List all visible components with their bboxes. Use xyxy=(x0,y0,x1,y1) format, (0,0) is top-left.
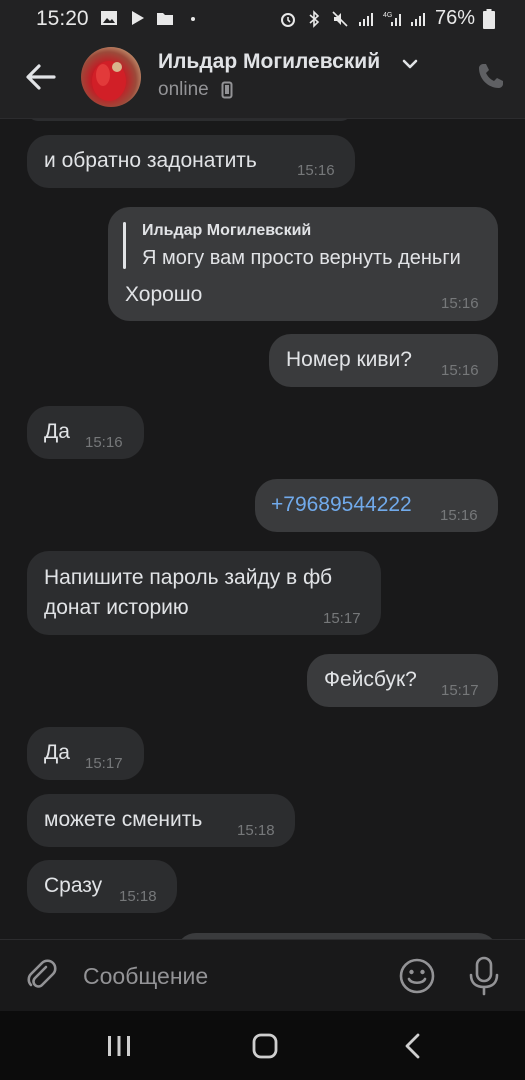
mute-icon xyxy=(332,10,348,27)
message-bubble[interactable]: Фейсбук? 15:17 xyxy=(307,654,498,707)
smiley-icon[interactable] xyxy=(398,957,436,995)
message-text: Да xyxy=(44,741,70,764)
message-text: и обратно задонатить xyxy=(44,149,257,172)
message-text-line-2: донат историю xyxy=(44,596,189,619)
message-text: Хорошо xyxy=(125,283,203,306)
message-bubble[interactable]: Да 15:16 xyxy=(27,406,144,459)
message-time: 15:18 xyxy=(237,822,275,839)
avatar-photo xyxy=(92,61,126,101)
message-time: 15:17 xyxy=(441,682,479,699)
gallery-icon xyxy=(101,11,117,25)
arrow-left-icon[interactable] xyxy=(22,58,60,96)
message-text: Номер киви? xyxy=(286,348,412,371)
phone-icon[interactable] xyxy=(476,61,506,91)
paperclip-icon[interactable] xyxy=(24,958,58,992)
message-bubble-cutoff xyxy=(27,119,352,121)
message-text-line-1: Напишите пароль зайду в фб xyxy=(44,566,333,589)
status-time: 15:20 xyxy=(36,7,89,30)
contact-status: online xyxy=(158,79,209,100)
message-bubble-reply[interactable]: Ильдар Могилевский Я могу вам просто вер… xyxy=(108,207,498,321)
message-text: Фейсбук? xyxy=(324,668,417,691)
message-bubble[interactable]: можете сменить 15:18 xyxy=(27,794,295,847)
alarm-icon xyxy=(280,12,295,27)
message-text: Да xyxy=(44,420,70,443)
message-list[interactable]: и обратно задонатить 15:16 Ильдар Могиле… xyxy=(0,119,525,939)
contact-name[interactable]: Ильдар Могилевский xyxy=(158,50,380,74)
svg-text:4G: 4G xyxy=(383,12,392,19)
dot-icon xyxy=(191,17,195,21)
notification-icons xyxy=(100,9,202,27)
message-time: 15:16 xyxy=(297,162,335,179)
avatar[interactable] xyxy=(81,47,141,107)
message-bubble[interactable]: Номер киви? 15:16 xyxy=(269,334,498,387)
reply-bar xyxy=(123,222,126,269)
message-bubble[interactable]: Да 15:17 xyxy=(27,727,144,780)
signal-icon xyxy=(358,12,373,26)
lte-signal-icon: 4G xyxy=(383,12,401,26)
home-icon[interactable] xyxy=(252,1033,278,1059)
phone-number-link[interactable]: +79689544222 xyxy=(271,493,412,517)
reply-text: Я могу вам просто вернуть деньги xyxy=(142,247,461,269)
folder-icon xyxy=(157,13,173,25)
system-navigation-bar xyxy=(0,1011,525,1080)
message-time: 15:17 xyxy=(85,755,123,772)
mobile-device-icon xyxy=(221,81,233,99)
message-text: Сразу xyxy=(44,874,103,897)
microphone-icon[interactable] xyxy=(468,956,500,996)
message-time: 15:17 xyxy=(323,610,361,627)
message-text: можете сменить xyxy=(44,808,203,831)
system-icons: 4G 76% xyxy=(279,7,495,30)
play-icon xyxy=(132,11,144,25)
recents-icon[interactable] xyxy=(106,1035,132,1057)
message-time: 15:16 xyxy=(441,362,479,379)
signal-2-icon xyxy=(410,12,425,26)
message-bubble[interactable]: Напишите пароль зайду в фб донат историю… xyxy=(27,551,381,635)
status-bar: 15:20 4G 76% xyxy=(0,0,525,36)
battery-percent: 76% xyxy=(434,7,475,29)
battery-icon xyxy=(483,8,495,29)
chat-header: Ильдар Могилевский online xyxy=(0,36,525,119)
chevron-down-icon[interactable] xyxy=(402,58,418,70)
back-icon[interactable] xyxy=(403,1033,421,1059)
message-bubble[interactable]: +79689544222 15:16 xyxy=(255,479,498,532)
message-time: 15:16 xyxy=(85,434,123,451)
message-time: 15:16 xyxy=(440,507,478,524)
message-input[interactable] xyxy=(83,960,373,992)
message-composer xyxy=(0,939,525,1012)
message-time: 15:18 xyxy=(119,888,157,905)
message-bubble[interactable]: Сразу 15:18 xyxy=(27,860,177,913)
message-bubble[interactable]: и обратно задонатить 15:16 xyxy=(27,135,355,188)
bluetooth-icon xyxy=(309,9,320,28)
message-time: 15:16 xyxy=(441,295,479,312)
reply-author: Ильдар Могилевский xyxy=(142,222,312,239)
